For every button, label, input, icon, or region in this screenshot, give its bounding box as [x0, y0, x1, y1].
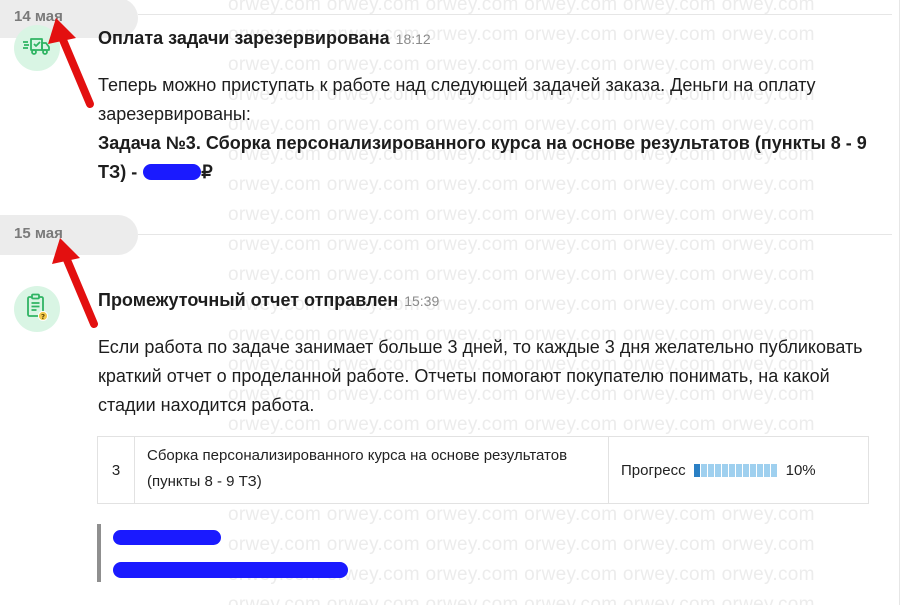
watermark-text: orwey.com orwey.com orwey.com orwey.com … — [228, 264, 815, 285]
message-title-text: Промежуточный отчет отправлен — [98, 290, 399, 310]
progress-label: Прогресс — [621, 461, 686, 479]
redacted-text — [113, 530, 221, 545]
message-text: Если работа по задаче занимает больше 3 … — [98, 337, 863, 415]
task-payment-text: Задача №3. Сборка персонализированного к… — [98, 133, 867, 182]
task-progress: Прогресс 10% — [609, 437, 868, 503]
progress-segment — [721, 463, 728, 477]
progress-bar — [693, 463, 778, 477]
message-title: Промежуточный отчет отправлен 15:39 — [98, 290, 439, 311]
watermark-text: orwey.com orwey.com orwey.com orwey.com … — [228, 504, 815, 525]
message-text: Теперь можно приступать к работе над сле… — [98, 75, 816, 124]
progress-segment — [728, 463, 735, 477]
progress-segment — [749, 463, 756, 477]
progress-segment — [763, 463, 770, 477]
clipboard-question-icon: ? — [24, 292, 50, 326]
progress-segment — [756, 463, 763, 477]
message-title: Оплата задачи зарезервирована 18:12 — [98, 28, 431, 49]
watermark-text: orwey.com orwey.com orwey.com orwey.com … — [228, 204, 815, 225]
task-payment-line: Задача №3. Сборка персонализированного к… — [98, 129, 873, 187]
redacted-amount — [143, 164, 202, 180]
progress-value: 10% — [785, 461, 816, 479]
watermark-text: orwey.com orwey.com orwey.com orwey.com … — [228, 534, 815, 555]
progress-segment — [770, 463, 777, 477]
task-progress-table: 3 Сборка персонализированного курса на о… — [97, 436, 869, 504]
watermark-text: orwey.com orwey.com orwey.com orwey.com … — [228, 234, 815, 255]
task-name[interactable]: Сборка персонализированного курса на осн… — [135, 437, 609, 503]
redacted-text — [113, 562, 348, 578]
watermark-text: orwey.com orwey.com orwey.com orwey.com … — [228, 594, 815, 605]
message-title-text: Оплата задачи зарезервирована — [98, 28, 390, 48]
annotation-arrow — [48, 18, 94, 108]
progress-segment — [700, 463, 707, 477]
annotation-arrow — [52, 238, 98, 328]
task-number: 3 — [98, 437, 135, 503]
progress-segment — [707, 463, 714, 477]
day-divider — [138, 14, 892, 15]
svg-text:?: ? — [41, 313, 45, 321]
progress-segment — [742, 463, 749, 477]
progress-segment — [735, 463, 742, 477]
message-time: 15:39 — [404, 293, 440, 309]
quote-bar — [97, 524, 101, 582]
progress-segment — [714, 463, 721, 477]
message-time: 18:12 — [395, 31, 431, 47]
progress-segment — [693, 463, 700, 477]
currency-sign: ₽ — [201, 162, 213, 182]
day-divider — [138, 234, 892, 235]
message-body: Теперь можно приступать к работе над сле… — [98, 71, 873, 187]
